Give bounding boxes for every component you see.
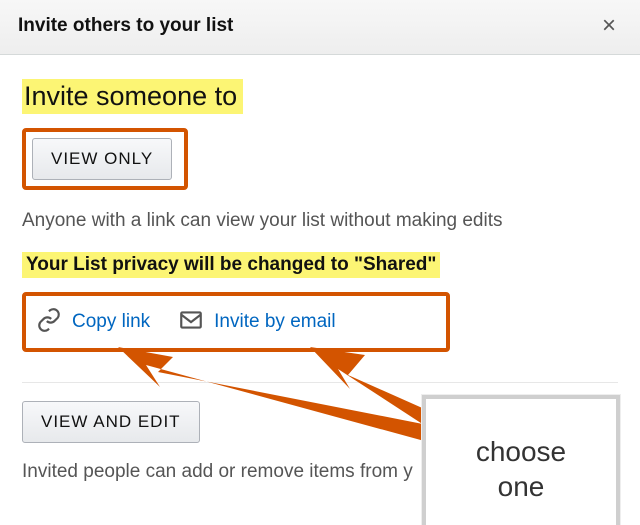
privacy-change-note: Your List privacy will be changed to "Sh… [22, 252, 440, 278]
modal-title: Invite others to your list [18, 15, 233, 37]
modal-header: Invite others to your list × [0, 0, 640, 55]
modal-body: Invite someone to VIEW ONLY Anyone with … [0, 55, 640, 505]
view-only-highlight-box: VIEW ONLY [22, 128, 188, 190]
section-divider [22, 382, 618, 383]
view-only-description: Anyone with a link can view your list wi… [22, 210, 618, 232]
view-and-edit-button[interactable]: VIEW AND EDIT [22, 401, 200, 443]
copy-link-label: Copy link [72, 311, 150, 333]
mail-icon [178, 307, 204, 338]
link-icon [36, 307, 62, 338]
invite-by-email-option[interactable]: Invite by email [178, 307, 335, 338]
annotation-text: choose one [476, 434, 566, 504]
annotation-callout: choose one [422, 395, 620, 525]
share-options-highlight-box: Copy link Invite by email [22, 292, 450, 352]
invite-modal: Invite others to your list × Invite some… [0, 0, 640, 505]
invite-heading: Invite someone to [22, 79, 243, 114]
copy-link-option[interactable]: Copy link [36, 307, 150, 338]
close-icon[interactable]: × [596, 12, 622, 40]
view-only-button[interactable]: VIEW ONLY [32, 138, 172, 180]
invite-by-email-label: Invite by email [214, 311, 335, 333]
